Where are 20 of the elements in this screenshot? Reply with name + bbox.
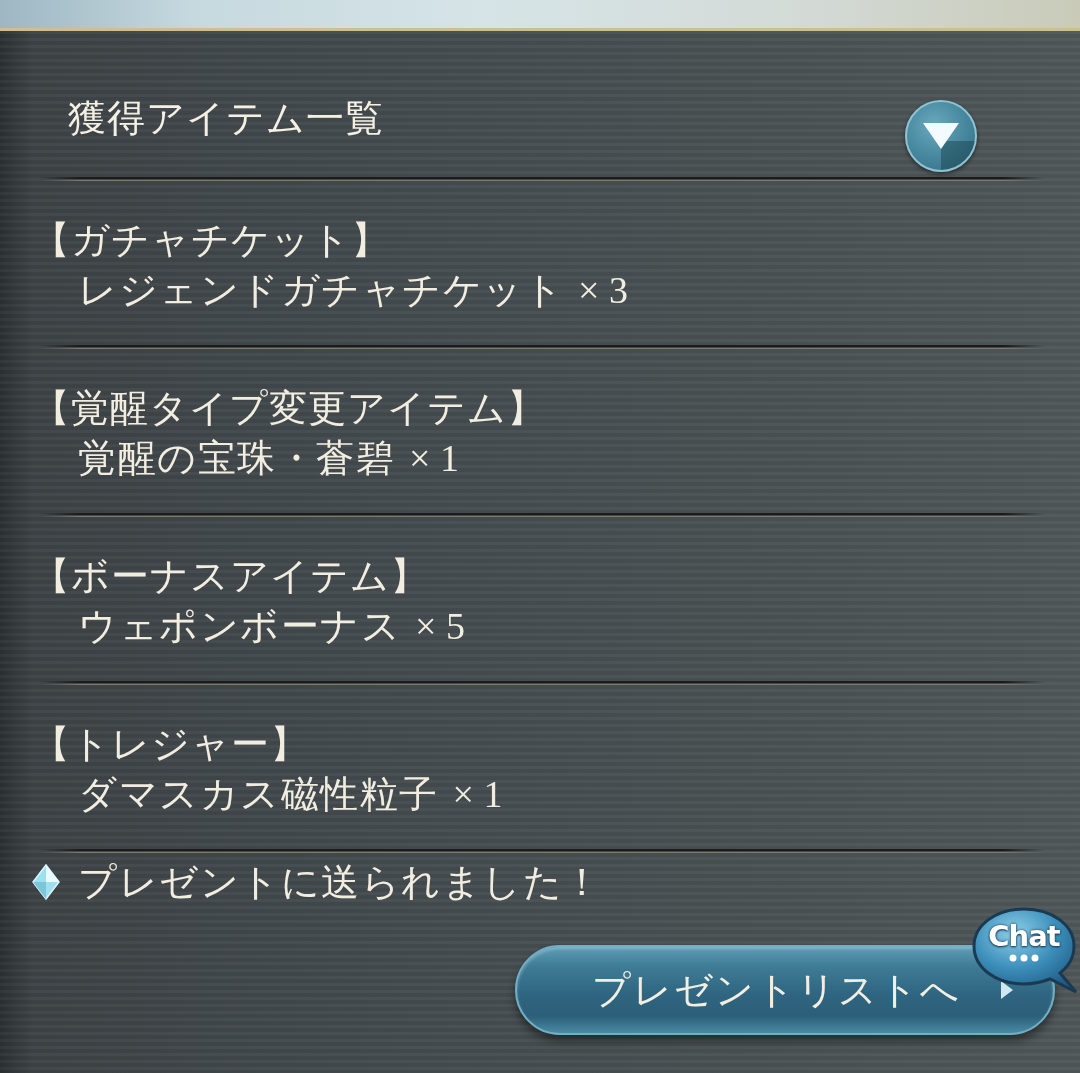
item-quantity: × 1 — [409, 436, 459, 481]
diamond-icon — [32, 864, 60, 900]
category-label: 【覚醒タイプ変更アイテム】 — [32, 385, 546, 432]
item-name: ダマスカス磁性粒子 — [78, 771, 439, 818]
category-label: 【トレジャー】 — [32, 721, 309, 768]
panel-title: 獲得アイテム一覧 — [68, 95, 384, 141]
item-name: ウェポンボーナス — [78, 603, 401, 650]
triangle-down-icon — [921, 121, 961, 151]
item-name: 覚醒の宝珠・蒼碧 — [78, 435, 395, 482]
item-name: レジェンドガチャチケット — [78, 267, 564, 314]
present-list-button[interactable]: プレゼントリストへ — [515, 945, 1055, 1035]
dropdown-button[interactable] — [905, 100, 977, 172]
item-quantity: × 5 — [415, 604, 465, 649]
category-label: 【ガチャチケット】 — [32, 217, 390, 264]
dots-icon — [1009, 954, 1039, 962]
notice-text: プレゼントに送られました！ — [78, 859, 603, 906]
arrow-right-icon — [1000, 981, 1013, 999]
item-quantity: × 1 — [452, 772, 503, 817]
item-quantity: × 3 — [578, 268, 628, 313]
category-label: 【ボーナスアイテム】 — [32, 553, 429, 600]
